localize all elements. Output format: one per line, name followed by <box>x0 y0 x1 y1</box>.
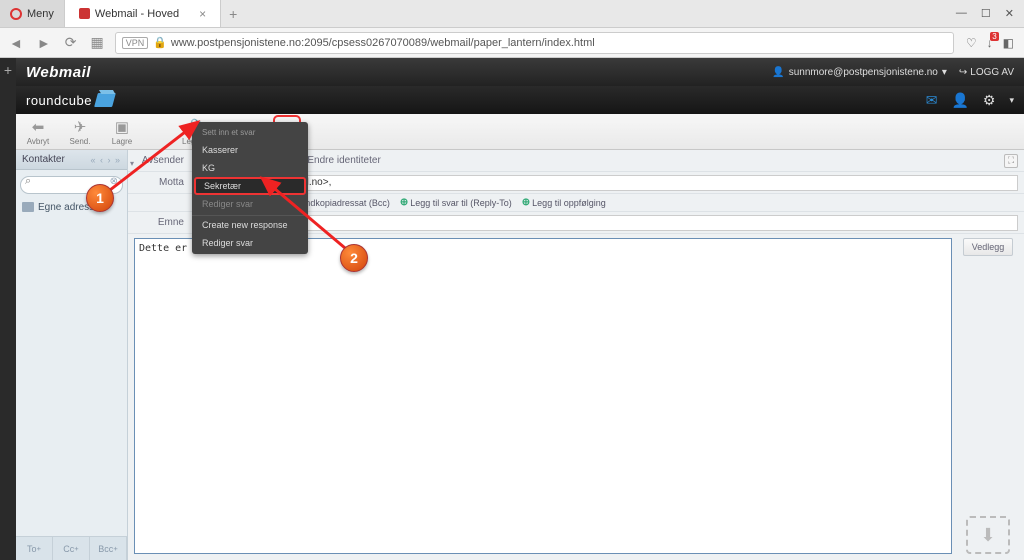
url-input[interactable]: VPN 🔒 www.postpensjonistene.no:2095/cpse… <box>115 32 954 54</box>
user-menu[interactable]: 👤 sunnmore@postpensjonistene.no ▾ <box>772 67 947 78</box>
attach-file-button[interactable]: Vedlegg <box>963 238 1014 256</box>
addressbook-icon <box>22 202 34 212</box>
send-icon: ✈ <box>74 118 87 136</box>
roundcube-logo: roundcube <box>26 93 92 108</box>
roundcube-header: roundcube ✉ 👤 ⚙ ▾ <box>16 86 1024 114</box>
contacts-sidebar: Kontakter « ‹ › » Egne adresser To+ Cc+ … <box>16 150 128 560</box>
downloads-icon[interactable]: ↓3 <box>987 36 993 50</box>
window-close-icon[interactable]: ✕ <box>1005 7 1014 20</box>
edit-responses-item[interactable]: Rediger svar <box>192 234 308 252</box>
subject-label: Emne <box>158 217 184 228</box>
window-maximize-icon[interactable]: ☐ <box>981 7 991 20</box>
response-item-kg[interactable]: KG <box>192 159 308 177</box>
vpn-badge: VPN <box>122 37 149 49</box>
contacts-nav-icons[interactable]: « ‹ › » <box>90 155 121 165</box>
to-label: Motta <box>159 177 184 188</box>
logout-button[interactable]: ↪ LOGG AV <box>959 67 1014 78</box>
subject-input[interactable] <box>192 215 1018 231</box>
settings-gear-icon[interactable]: ⚙ <box>983 92 996 109</box>
browser-tab-bar: Meny Webmail - Hoved × + — ☐ ✕ <box>0 0 1024 28</box>
cc-button[interactable]: Cc+ <box>53 537 90 560</box>
nav-back-icon[interactable]: ◄ <box>6 35 26 51</box>
response-item-sekretaer[interactable]: Sekretær <box>194 177 306 195</box>
browser-address-bar: ◄ ► ⟳ ▦ VPN 🔒 www.postpensjonistene.no:2… <box>0 28 1024 58</box>
bookmark-icon[interactable]: ♡ <box>966 36 977 50</box>
edit-identities-link[interactable]: ✎Endre identiteter <box>296 155 381 166</box>
to-button[interactable]: To+ <box>16 537 53 560</box>
chevron-down-icon[interactable]: ▾ <box>1009 95 1014 106</box>
annotation-bubble-1: 1 <box>86 184 114 212</box>
attachment-dropzone[interactable]: ⬇ <box>966 516 1010 554</box>
roundcube-cube-icon <box>94 93 116 107</box>
add-workspace-icon[interactable]: + <box>0 62 16 78</box>
contacts-title: Kontakter <box>22 154 65 165</box>
webmail-header: Webmail 👤 sunnmore@postpensjonistene.no … <box>16 58 1024 86</box>
add-replyto-link[interactable]: ⊕Legg til svar til (Reply-To) <box>400 197 512 208</box>
nav-reload-icon[interactable]: ⟳ <box>62 34 80 51</box>
to-input[interactable] <box>192 175 1018 191</box>
mail-icon[interactable]: ✉ <box>926 92 938 109</box>
message-body-input[interactable]: Dette er bare en testme <box>134 238 952 554</box>
save-draft-button[interactable]: ▣Lagre <box>108 118 136 146</box>
contacts-icon[interactable]: 👤 <box>951 92 968 109</box>
downloads-count: 3 <box>990 32 998 41</box>
opera-icon <box>10 8 22 20</box>
chevron-down-icon: ▾ <box>942 67 947 78</box>
save-icon: ▣ <box>115 118 129 136</box>
url-text: www.postpensjonistene.no:2095/cpsess0267… <box>171 37 595 49</box>
from-label: Avsender <box>142 155 184 166</box>
responses-dropdown: Sett inn et svar Kasserer KG Sekretær Re… <box>192 122 308 254</box>
window-minimize-icon[interactable]: — <box>956 7 967 20</box>
compose-toolbar: ⬅Avbryt ✈Send. ▣Lagre 📎Legg ved. ✎ ▤▾Sva… <box>16 114 1024 150</box>
menu-label: Meny <box>27 8 54 20</box>
opera-sidebar: + <box>0 58 16 560</box>
annotation-bubble-2: 2 <box>340 244 368 272</box>
cancel-button[interactable]: ⬅Avbryt <box>24 118 52 146</box>
webmail-logo: Webmail <box>26 64 91 81</box>
new-tab-button[interactable]: + <box>221 0 245 27</box>
tab-title: Webmail - Hoved <box>95 8 179 20</box>
nav-forward-icon[interactable]: ► <box>34 35 54 51</box>
logout-label: LOGG AV <box>970 67 1014 78</box>
dropdown-section-header: Sett inn et svar <box>192 124 308 141</box>
speed-dial-icon[interactable]: ▦ <box>87 34 106 51</box>
add-followup-link[interactable]: ⊕Legg til oppfølging <box>522 197 606 208</box>
contacts-header: Kontakter « ‹ › » <box>16 150 127 170</box>
tab-webmail[interactable]: Webmail - Hoved × <box>65 0 221 27</box>
bcc-button[interactable]: Bcc+ <box>90 537 127 560</box>
user-icon: 👤 <box>772 67 784 78</box>
logout-icon: ↪ <box>959 67 967 78</box>
tab-close-icon[interactable]: × <box>199 7 206 21</box>
response-item-kasserer[interactable]: Kasserer <box>192 141 308 159</box>
user-email: sunnmore@postpensjonistene.no <box>789 67 938 78</box>
create-response-item[interactable]: Create new response <box>192 215 308 234</box>
back-arrow-icon: ⬅ <box>32 118 45 136</box>
recipient-type-footer: To+ Cc+ Bcc+ <box>16 536 127 560</box>
send-button[interactable]: ✈Send. <box>66 118 94 146</box>
sidebar-toggle-icon[interactable]: ◧ <box>1003 36 1014 50</box>
favicon-icon <box>79 8 90 19</box>
maximize-icon[interactable]: ⛶ <box>1004 154 1018 168</box>
edit-response-item[interactable]: Rediger svar <box>192 195 308 213</box>
lock-icon: 🔒 <box>153 36 167 49</box>
opera-menu-button[interactable]: Meny <box>0 0 65 27</box>
